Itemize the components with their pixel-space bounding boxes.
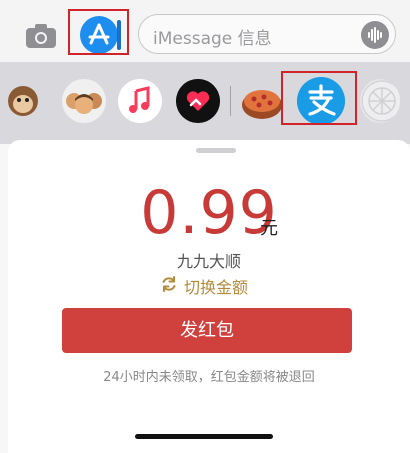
highlight-box-alipay bbox=[281, 71, 357, 125]
switch-amount-button[interactable]: 切换金额 bbox=[160, 275, 248, 297]
drawer-divider bbox=[230, 86, 231, 116]
send-red-packet-button[interactable]: 发红包 bbox=[62, 308, 352, 353]
audio-waveform-icon[interactable] bbox=[361, 21, 389, 49]
imessage-screen: iMessage 信息 0.99 元 九九大顺 切换金额 发红包 24小时内未领… bbox=[0, 0, 410, 453]
images-icon[interactable] bbox=[360, 79, 400, 123]
amount-value: 0.99 bbox=[140, 178, 278, 248]
amount-unit: 元 bbox=[260, 218, 278, 239]
imessage-placeholder: iMessage 信息 bbox=[153, 29, 272, 49]
camera-icon[interactable] bbox=[24, 22, 60, 50]
refresh-icon bbox=[160, 275, 178, 297]
refund-note: 24小时内未领取，红包金额将被退回 bbox=[103, 370, 315, 385]
sheet-grabber[interactable] bbox=[196, 148, 236, 153]
recipient-name: 九九大顺 bbox=[176, 252, 241, 271]
home-indicator[interactable] bbox=[135, 434, 273, 439]
switch-amount-label: 切换金额 bbox=[184, 278, 249, 297]
imessage-input[interactable]: iMessage 信息 bbox=[138, 14, 396, 54]
amount-row: 0.99 元 bbox=[8, 178, 410, 248]
pizza-icon[interactable] bbox=[240, 79, 284, 123]
red-packet-sheet: 0.99 元 九九大顺 切换金额 发红包 24小时内未领取，红包金额将被退回 bbox=[8, 140, 410, 453]
highlight-box-app-store bbox=[68, 9, 129, 55]
heart-digital-touch-icon[interactable] bbox=[176, 79, 220, 123]
memoji-group-icon[interactable] bbox=[62, 79, 106, 123]
monkey-memoji-icon[interactable] bbox=[8, 79, 38, 123]
music-icon[interactable] bbox=[118, 79, 162, 123]
message-input-bar: iMessage 信息 bbox=[0, 0, 410, 62]
